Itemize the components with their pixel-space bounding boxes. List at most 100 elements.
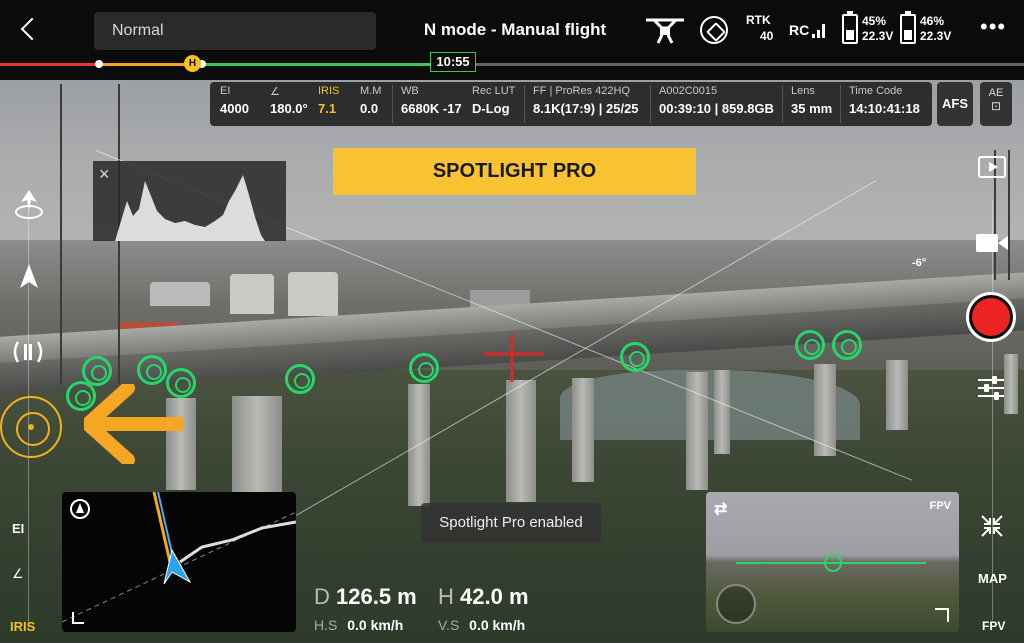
battery-voltage: 22.3V bbox=[862, 29, 894, 43]
subject-marker[interactable] bbox=[137, 355, 167, 385]
subject-marker[interactable] bbox=[832, 330, 862, 360]
rtk-status[interactable]: RTK 40 bbox=[746, 12, 773, 44]
record-button[interactable] bbox=[966, 292, 1016, 342]
param-value: 4000 bbox=[220, 101, 249, 116]
aircraft-battery-status[interactable]: 45% 22.3V bbox=[862, 14, 893, 44]
param-value: 180.0° bbox=[270, 101, 308, 116]
bridge-pillar bbox=[232, 396, 282, 492]
rtk-label: RTK bbox=[746, 13, 771, 27]
page-title: N mode - Manual flight bbox=[423, 20, 607, 39]
param-lens[interactable]: Lens 35 mm bbox=[782, 85, 832, 123]
param-value: 0.0 bbox=[360, 101, 379, 116]
expand-corner-icon[interactable] bbox=[72, 612, 84, 624]
subject-marker[interactable] bbox=[620, 342, 650, 372]
vs-label: V.S bbox=[438, 617, 460, 633]
expand-corner-icon[interactable] bbox=[935, 608, 949, 622]
takeoff-icon[interactable] bbox=[12, 186, 46, 220]
low-battery-marker bbox=[95, 60, 103, 68]
subject-marker[interactable] bbox=[409, 353, 439, 383]
minimap-route bbox=[62, 492, 296, 623]
param-ei[interactable]: EI 4000 bbox=[220, 85, 249, 116]
fpv-label: FPV bbox=[929, 500, 951, 512]
arrow-pointer-icon bbox=[84, 384, 184, 464]
distance-value: 126.5 m bbox=[336, 584, 417, 609]
param-value: 35 mm bbox=[791, 101, 833, 116]
param-mm[interactable]: M.M 0.0 bbox=[360, 85, 381, 116]
top-bar: Normal N mode - Manual flight RTK 40 RC … bbox=[0, 0, 1024, 58]
subject-marker[interactable] bbox=[285, 364, 315, 394]
aircraft-battery-icon bbox=[842, 11, 858, 44]
param-key: Time Code bbox=[849, 85, 903, 97]
back-chevron-icon[interactable] bbox=[14, 14, 44, 44]
param-value: 6680K -17 bbox=[401, 101, 462, 116]
spotlight-pro-banner: SPOTLIGHT PRO bbox=[333, 148, 696, 195]
video-mode-icon[interactable] bbox=[976, 232, 1010, 254]
ei-dial-label[interactable]: EI bbox=[12, 521, 24, 536]
ae-label: AE bbox=[988, 87, 1004, 99]
distance-readout: D 126.5 m bbox=[314, 584, 417, 610]
camera-params-bar[interactable]: EI 4000 ∠ 180.0° IRIS 7.1 M.M 0.0 WB 668… bbox=[210, 82, 932, 126]
hs-value: 0.0 km/h bbox=[347, 617, 404, 633]
distance-label: D bbox=[314, 584, 330, 609]
fpv-window[interactable]: ⇄ FPV bbox=[706, 492, 959, 632]
close-icon[interactable]: × bbox=[99, 165, 115, 183]
histogram-graph bbox=[115, 175, 265, 241]
param-rec-lut[interactable]: Rec LUT D-Log bbox=[472, 85, 515, 116]
histogram-panel: × bbox=[93, 161, 286, 241]
hs-label: H.S bbox=[314, 617, 338, 633]
minimap[interactable] bbox=[62, 492, 296, 632]
flight-mode-select[interactable]: Normal bbox=[94, 12, 376, 50]
remaining-flight-segment bbox=[194, 63, 430, 66]
param-key: Rec LUT bbox=[472, 85, 516, 97]
param-value: D-Log bbox=[472, 101, 510, 116]
swap-arrows-icon[interactable]: ⇄ bbox=[714, 500, 740, 520]
collapse-arrows-icon[interactable] bbox=[980, 514, 1004, 538]
camera-settings-icon[interactable] bbox=[978, 376, 1004, 400]
more-dots-icon[interactable]: ••• bbox=[980, 16, 1008, 42]
return-home-segment bbox=[98, 63, 194, 66]
drone-status-icon[interactable] bbox=[642, 14, 688, 46]
param-clip[interactable]: A002C0015 00:39:10 | 859.8GB bbox=[650, 85, 774, 123]
param-value: 8.1K(17:9) | 25/25 bbox=[533, 101, 639, 116]
spotlight-target-button[interactable] bbox=[0, 396, 62, 458]
battery-percent: 46% bbox=[920, 14, 945, 28]
home-point-marker: H bbox=[184, 55, 201, 72]
param-shutter-angle[interactable]: ∠ 180.0° bbox=[270, 85, 308, 116]
map-toggle[interactable]: MAP bbox=[978, 571, 1007, 586]
shutter-angle-icon: ∠ bbox=[270, 86, 280, 98]
param-value: 7.1 bbox=[318, 101, 337, 116]
right-control-track bbox=[992, 200, 993, 620]
bridge-pillar bbox=[714, 370, 730, 454]
afs-button[interactable]: AFS bbox=[937, 82, 973, 126]
bridge-pillar bbox=[886, 360, 908, 430]
iris-dial-label[interactable]: IRIS bbox=[10, 619, 35, 634]
ae-lock-button[interactable]: AE ⊡ bbox=[980, 82, 1012, 126]
playback-icon[interactable] bbox=[978, 156, 1006, 178]
shutter-angle-dial-icon[interactable]: ∠ bbox=[12, 566, 24, 582]
secondary-battery-status[interactable]: 46% 22.3V bbox=[920, 14, 951, 44]
bridge-pillar bbox=[572, 378, 594, 482]
gimbal-pitch-readout: -6° bbox=[912, 257, 927, 269]
param-wb[interactable]: WB 6680K -17 bbox=[392, 85, 462, 123]
param-iris[interactable]: IRIS 7.1 bbox=[318, 85, 339, 116]
param-format[interactable]: FF | ProRes 422HQ 8.1K(17:9) | 25/25 bbox=[524, 85, 639, 123]
param-value: 14:10:41:18 bbox=[849, 101, 920, 116]
param-key: WB bbox=[401, 85, 419, 97]
subject-marker[interactable] bbox=[795, 330, 825, 360]
flight-mode-value: Normal bbox=[112, 22, 164, 39]
storage-tank bbox=[288, 272, 338, 316]
height-label: H bbox=[438, 584, 454, 609]
vertical-speed-readout: V.S 0.0 km/h bbox=[438, 617, 525, 633]
height-value: 42.0 m bbox=[460, 584, 529, 609]
fpv-toggle[interactable]: FPV bbox=[982, 619, 1005, 633]
storage-tank bbox=[230, 274, 274, 314]
param-timecode[interactable]: Time Code 14:10:41:18 bbox=[840, 85, 920, 123]
fpv-compass-icon bbox=[716, 584, 756, 624]
brake-icon[interactable] bbox=[12, 338, 44, 366]
gnss-status-icon[interactable] bbox=[700, 16, 728, 44]
north-arrow-icon[interactable] bbox=[14, 262, 44, 292]
battery-voltage: 22.3V bbox=[920, 29, 952, 43]
horizontal-speed-readout: H.S 0.0 km/h bbox=[314, 617, 403, 633]
rtk-count: 40 bbox=[760, 29, 774, 43]
compass-icon[interactable] bbox=[70, 499, 90, 519]
